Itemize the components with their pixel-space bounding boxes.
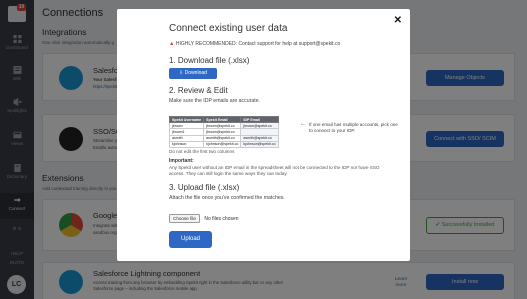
upload-button[interactable]: Upload — [169, 231, 212, 248]
modal-title: Connect existing user data — [169, 23, 288, 34]
step2-description: Make sure the IDP emails are accurate. — [169, 98, 261, 104]
arrow-left-icon: ← — [300, 121, 306, 127]
file-input: Choose file No files chosen — [169, 214, 239, 223]
choose-file-button[interactable]: Choose file — [169, 214, 200, 223]
download-button[interactable]: ⇩ Download — [169, 68, 217, 79]
download-label: Download — [184, 70, 207, 76]
no-edit-note: Do not edit the first two columns — [169, 149, 235, 154]
important-text: Any Spekit user without an IDP email in … — [169, 165, 380, 177]
important-label: Important: — [169, 158, 194, 164]
multiple-accounts-note: If one email has multiple accounts, pick… — [309, 122, 398, 133]
recommendation-warning: ▲ HIGHLY RECOMMENDED: Contact support fo… — [169, 41, 340, 47]
step2-heading: 2. Review & Edit — [169, 86, 228, 95]
table-cell: kjohnson@spekit.co — [240, 140, 279, 148]
table-cell: kjohnson — [168, 140, 205, 148]
step3-heading: 3. Upload file (.xlsx) — [169, 183, 240, 192]
step1-heading: 1. Download file (.xlsx) — [169, 56, 250, 65]
close-icon[interactable]: ✕ — [394, 15, 402, 26]
table-cell: kjohnson@spekit.co — [203, 140, 242, 148]
table-row: kjohnson kjohnson@spekit.co kjohnson@spe… — [168, 140, 279, 148]
warning-text: HIGHLY RECOMMENDED: Contact support for … — [175, 41, 341, 47]
connect-user-data-modal: ✕ Connect existing user data ▲ HIGHLY RE… — [117, 9, 410, 261]
warning-icon: ▲ — [169, 41, 175, 47]
step3-description: Attach the file once you've confirmed th… — [169, 195, 285, 201]
file-status: No files chosen — [204, 216, 239, 222]
spreadsheet-preview: Spekit Username Spekit Email IDP Email j… — [168, 115, 279, 148]
